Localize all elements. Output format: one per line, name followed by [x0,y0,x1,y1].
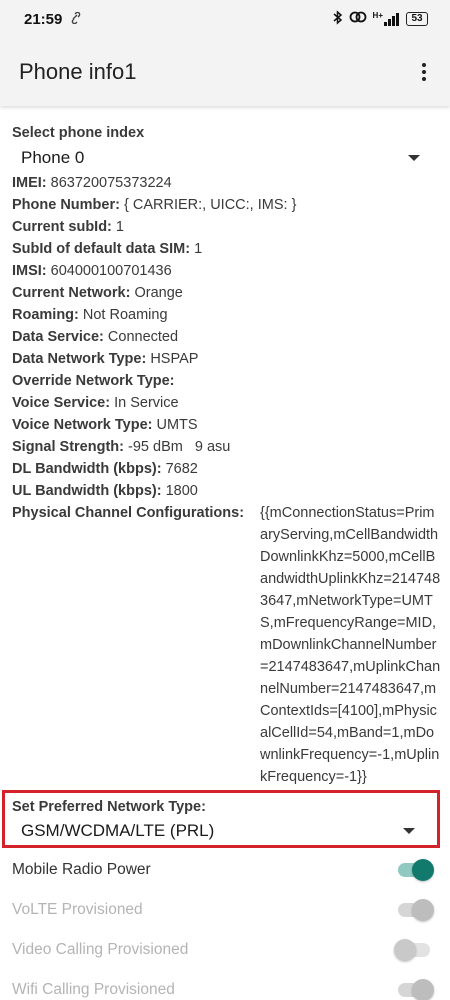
toggle-label: Video Calling Provisioned [12,941,189,958]
preferred-network-label: Set Preferred Network Type: [12,799,206,815]
link-icon [70,11,82,28]
toggle-wifi-calling-provisioned: Wifi Calling Provisioned [12,970,438,1000]
info-row-imei: IMEI: 863720075373224 [12,175,172,191]
info-row-ul-bandwidth: UL Bandwidth (kbps): 1800 [12,483,198,499]
toggle-video-calling-provisioned: Video Calling Provisioned [12,930,438,970]
page-title: Phone info1 [19,59,137,84]
toggle-mobile-radio-power[interactable]: Mobile Radio Power [12,850,438,890]
battery-icon: 53 [406,12,428,26]
info-row-override-network-type: Override Network Type: [12,373,175,389]
status-time: 21:59 [24,10,63,28]
info-row-voice-service: Voice Service: In Service [12,395,179,411]
status-left: 21:59 [24,11,82,28]
phone-index-spinner[interactable]: Phone 0 [12,144,442,172]
hotspot-icon [349,10,367,28]
info-row-default-data-subid: SubId of default data SIM: 1 [12,241,203,257]
phone-info-content: Select phone index Phone 0 IMEI: 8637200… [12,122,442,788]
switch [394,896,434,924]
info-row-data-service: Data Service: Connected [12,329,179,345]
physical-channel-config: Physical Channel Configurations: {{mConn… [12,502,442,788]
info-row-data-network-type: Data Network Type: HSPAP [12,351,199,367]
info-row-dl-bandwidth: DL Bandwidth (kbps): 7682 [12,461,198,477]
info-row-current-network: Current Network: Orange [12,285,183,301]
signal-icon: H+ [373,12,400,26]
preferred-network-highlight: Set Preferred Network Type: GSM/WCDMA/LT… [2,790,440,848]
phone-index-label: Select phone index [12,125,145,141]
app-bar: Phone info1 [0,38,450,106]
status-bar: 21:59 H+ 53 [0,0,450,38]
network-type-label: H+ [372,11,383,20]
switch [394,976,434,1000]
chevron-down-icon[interactable] [403,828,415,834]
toggle-label: Wifi Calling Provisioned [12,981,175,998]
info-row-roaming: Roaming: Not Roaming [12,307,168,323]
info-row-signal-strength: Signal Strength: -95 dBm 9 asu [12,439,231,455]
more-vert-icon[interactable] [414,58,434,86]
switch [394,936,434,964]
physical-channel-value: {{mConnectionStatus=PrimaryServing,mCell… [260,505,441,785]
toggle-label: Mobile Radio Power [12,861,151,878]
physical-channel-label: Physical Channel Configurations: [12,505,245,521]
chevron-down-icon [408,155,420,161]
phone-index-value: Phone 0 [21,148,85,167]
info-row-current-subid: Current subId: 1 [12,219,124,235]
preferred-network-spinner[interactable]: GSM/WCDMA/LTE (PRL) [21,821,214,841]
switch[interactable] [394,856,434,884]
bluetooth-icon [332,9,343,29]
info-row-voice-network-type: Voice Network Type: UMTS [12,417,198,433]
info-row-imsi: IMSI: 604000100701436 [12,263,172,279]
status-right: H+ 53 [332,9,428,29]
info-row-phone-number: Phone Number: { CARRIER:, UICC:, IMS: } [12,197,297,213]
toggle-volte-provisioned: VoLTE Provisioned [12,890,438,930]
toggle-label: VoLTE Provisioned [12,901,143,918]
